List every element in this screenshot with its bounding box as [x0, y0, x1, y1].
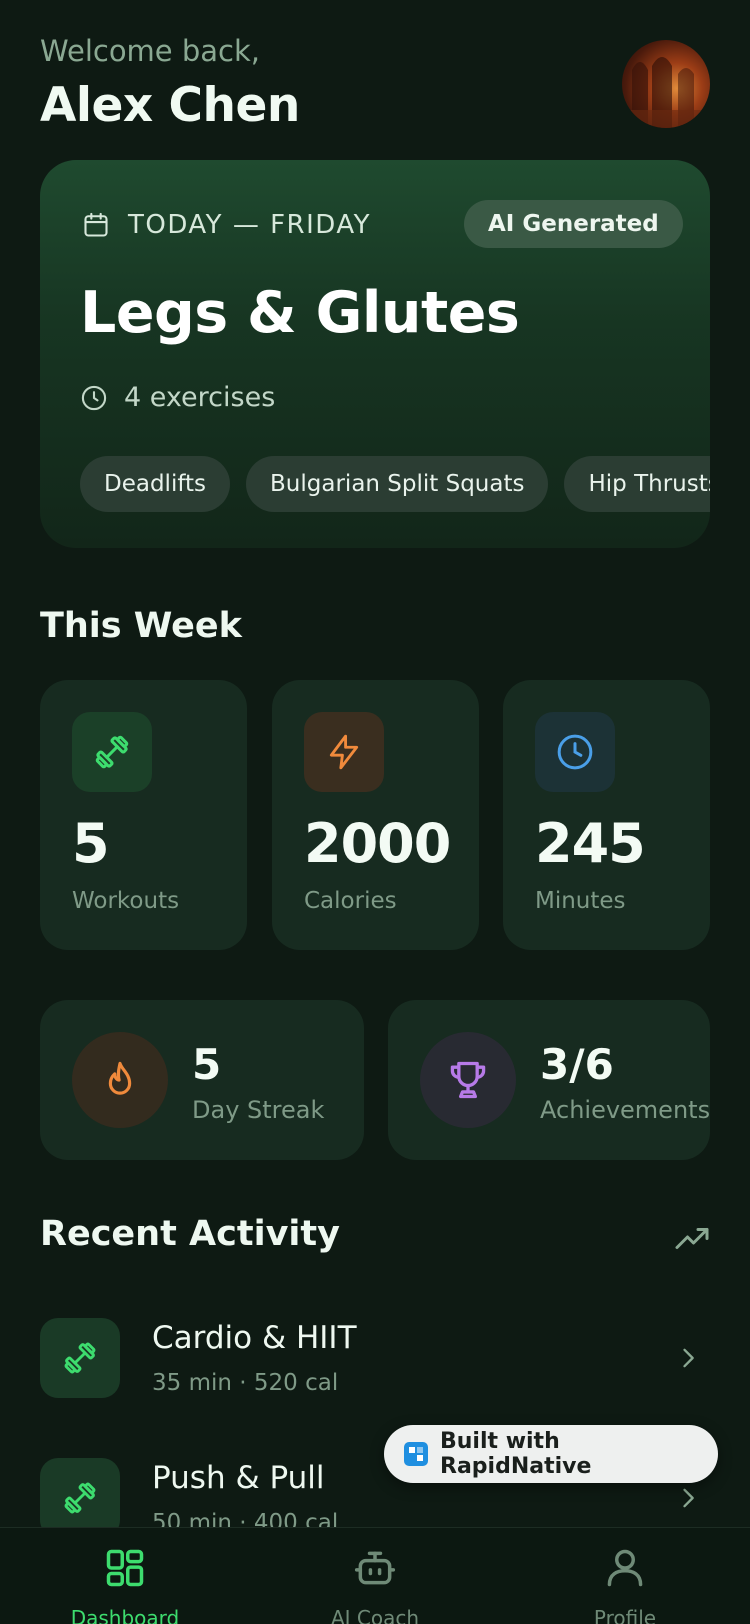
flame-icon [72, 1032, 168, 1128]
streak-value: 5 [192, 1040, 222, 1089]
avatar[interactable] [622, 40, 710, 128]
minutes-label: Minutes [535, 888, 626, 914]
activity-row-cardio[interactable]: Cardio & HIIT 35 min · 520 cal [40, 1318, 710, 1408]
minutes-stat-card[interactable]: 245 Minutes [503, 680, 710, 950]
achievements-label: Achievements [540, 1096, 711, 1124]
built-with-badge[interactable]: Built with RapidNative [384, 1425, 718, 1483]
nav-profile[interactable]: Profile [500, 1528, 750, 1624]
dumbbell-icon [40, 1458, 120, 1538]
trending-up-icon[interactable] [674, 1222, 710, 1262]
achievements-card[interactable]: 3/6 Achievements [388, 1000, 710, 1160]
this-week-title: This Week [40, 606, 242, 646]
workouts-stat-card[interactable]: 5 Workouts [40, 680, 247, 950]
calendar-icon [84, 212, 108, 237]
nav-profile-label: Profile [593, 1606, 657, 1624]
ai-generated-badge: AI Generated [464, 200, 683, 248]
streak-card[interactable]: 5 Day Streak [40, 1000, 364, 1160]
exercise-chip[interactable]: Deadlifts [80, 456, 231, 512]
exercise-chip[interactable]: Hip Thrusts [564, 456, 710, 512]
workout-title: Legs & Glutes [80, 280, 520, 346]
activity-title: Push & Pull [152, 1460, 325, 1496]
greeting-text: Welcome back, [40, 34, 261, 68]
recent-activity-title: Recent Activity [40, 1214, 340, 1254]
calories-value: 2000 [304, 812, 451, 875]
chevron-right-icon [674, 1484, 702, 1516]
rapidnative-logo-icon [404, 1442, 428, 1466]
streak-label: Day Streak [192, 1096, 325, 1124]
clock-icon [535, 712, 615, 792]
lightning-icon [304, 712, 384, 792]
today-date: TODAY — FRIDAY [82, 210, 371, 240]
calories-stat-card[interactable]: 2000 Calories [272, 680, 479, 950]
nav-ai-coach-label: AI Coach [330, 1606, 420, 1624]
exercise-chip[interactable]: Bulgarian Split Squats [246, 456, 549, 512]
clock-icon [81, 385, 107, 410]
dumbbell-icon [40, 1318, 120, 1398]
bottom-nav: Dashboard AI Coach Profile [0, 1527, 750, 1624]
nav-ai-coach[interactable]: AI Coach [250, 1528, 500, 1624]
user-name: Alex Chen [40, 78, 300, 133]
trophy-icon [420, 1032, 516, 1128]
activity-subtitle: 35 min · 520 cal [152, 1370, 339, 1396]
activity-title: Cardio & HIIT [152, 1320, 357, 1356]
exercise-count: 4 exercises [80, 382, 275, 413]
today-workout-card[interactable]: TODAY — FRIDAY AI Generated Legs & Glute… [40, 160, 710, 548]
profile-icon [603, 1546, 647, 1594]
built-with-label: Built with RapidNative [440, 1429, 592, 1479]
nav-dashboard-label: Dashboard [70, 1606, 180, 1624]
exercise-count-label: 4 exercises [124, 382, 276, 413]
minutes-value: 245 [535, 812, 646, 875]
exercise-chips: Deadlifts Bulgarian Split Squats Hip Thr… [80, 456, 710, 512]
nav-dashboard[interactable]: Dashboard [0, 1528, 250, 1624]
chevron-right-icon [674, 1344, 702, 1376]
workouts-label: Workouts [72, 888, 180, 914]
today-date-label: TODAY — FRIDAY [128, 210, 371, 240]
robot-icon [353, 1546, 397, 1594]
dashboard-icon [103, 1546, 147, 1594]
workouts-value: 5 [72, 812, 110, 875]
achievements-value: 3/6 [540, 1040, 614, 1089]
calories-label: Calories [304, 888, 397, 914]
dumbbell-icon [72, 712, 152, 792]
